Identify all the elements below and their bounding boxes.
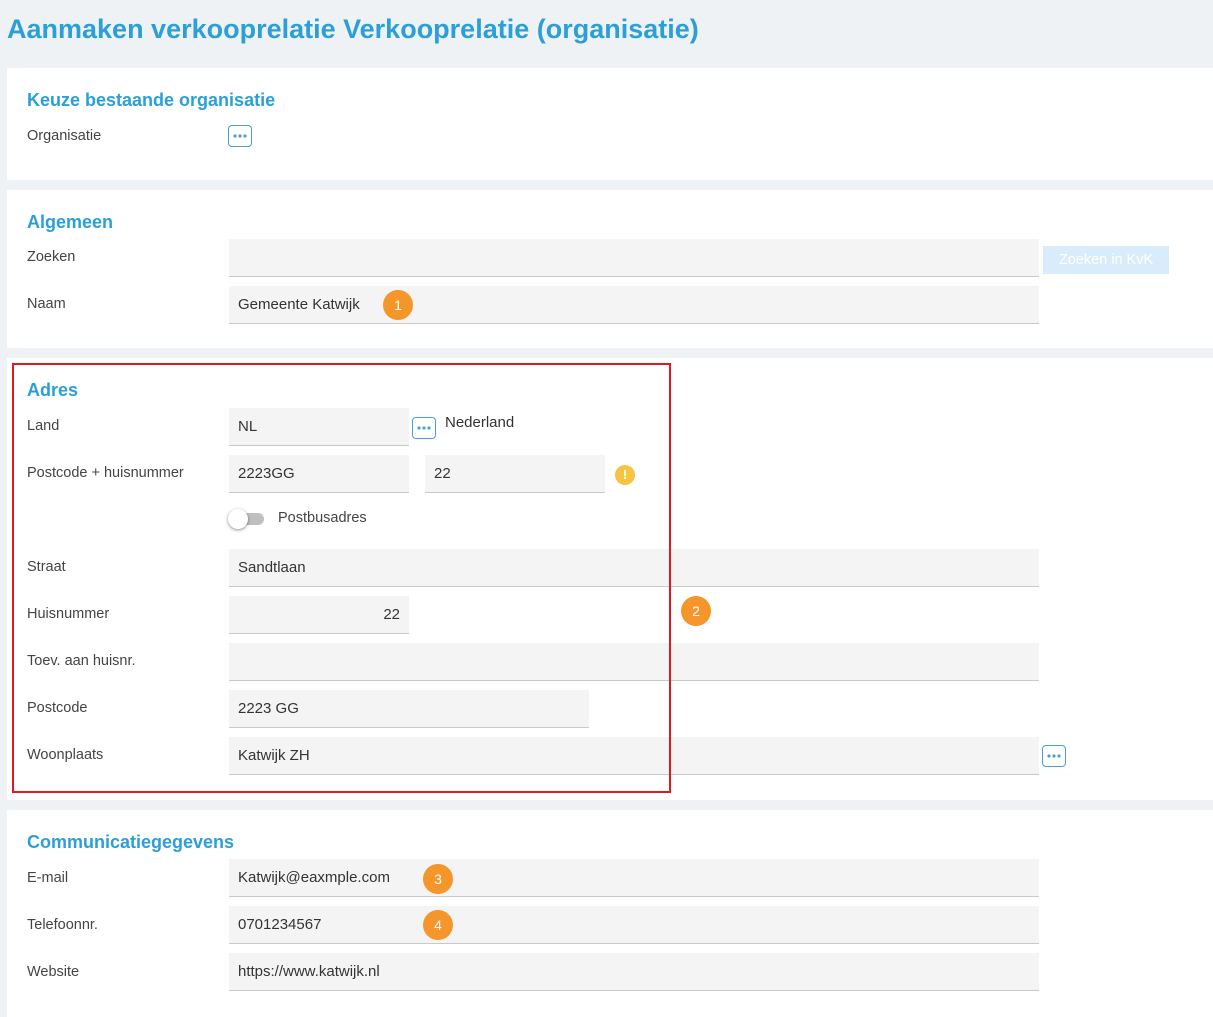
- existing-organisation-panel: Keuze bestaande organisatie Organisatie: [7, 68, 1213, 180]
- more-dots-icon: [1047, 754, 1061, 758]
- toggle-knob: [228, 509, 248, 529]
- search-kvk-button[interactable]: Zoeken in KvK: [1043, 246, 1169, 274]
- email-label: E-mail: [27, 870, 69, 886]
- city-picker-button[interactable]: [1042, 745, 1066, 767]
- general-panel: Algemeen Zoeken Zoeken in KvK Naam 1: [7, 190, 1213, 348]
- address-title: Adres: [27, 380, 79, 400]
- postcode-lookup-input[interactable]: [229, 455, 409, 493]
- search-label: Zoeken: [27, 249, 76, 265]
- existing-organisation-title: Keuze bestaande organisatie: [27, 90, 276, 110]
- country-label: Land: [27, 418, 60, 434]
- country-name: Nederland: [445, 414, 515, 431]
- name-label: Naam: [27, 296, 66, 312]
- name-input[interactable]: [229, 286, 1039, 324]
- organisation-picker-button[interactable]: [228, 125, 252, 147]
- website-label: Website: [27, 964, 80, 980]
- housenumber-input[interactable]: [229, 596, 409, 634]
- more-dots-icon: [233, 134, 247, 138]
- address-panel: Adres Land Nederland Postcode + huisnumm…: [7, 358, 1213, 800]
- addition-input[interactable]: [229, 643, 1039, 681]
- general-title: Algemeen: [27, 212, 114, 232]
- pobox-label: Postbusadres: [278, 510, 367, 526]
- callout-badge-2: 2: [681, 596, 711, 626]
- street-input[interactable]: [229, 549, 1039, 587]
- callout-badge-1: 1: [383, 290, 413, 320]
- callout-badge-3: 3: [423, 864, 453, 894]
- pobox-toggle[interactable]: [228, 509, 266, 529]
- postcode-number-label: Postcode + huisnummer: [27, 465, 184, 481]
- postcode-input[interactable]: [229, 690, 589, 728]
- postcode-label: Postcode: [27, 700, 88, 716]
- country-picker-button[interactable]: [412, 417, 436, 439]
- phone-input[interactable]: [229, 906, 1039, 944]
- city-label: Woonplaats: [27, 747, 104, 763]
- website-input[interactable]: [229, 953, 1039, 991]
- warning-icon: !: [615, 465, 635, 485]
- country-code-input[interactable]: [229, 408, 409, 446]
- page-title: Aanmaken verkooprelatie Verkooprelatie (…: [7, 14, 699, 44]
- callout-badge-4: 4: [423, 910, 453, 940]
- addition-label: Toev. aan huisnr.: [27, 653, 136, 669]
- phone-label: Telefoonnr.: [27, 917, 98, 933]
- number-lookup-input[interactable]: [425, 455, 605, 493]
- search-input[interactable]: [229, 239, 1039, 277]
- communication-panel: Communicatiegegevens E-mail 3 Telefoonnr…: [7, 810, 1213, 1017]
- email-input[interactable]: [229, 859, 1039, 897]
- communication-title: Communicatiegegevens: [27, 832, 235, 852]
- housenumber-label: Huisnummer: [27, 606, 110, 622]
- city-input[interactable]: [229, 737, 1039, 775]
- more-dots-icon: [417, 426, 431, 430]
- organisation-label: Organisatie: [27, 128, 102, 144]
- street-label: Straat: [27, 559, 66, 575]
